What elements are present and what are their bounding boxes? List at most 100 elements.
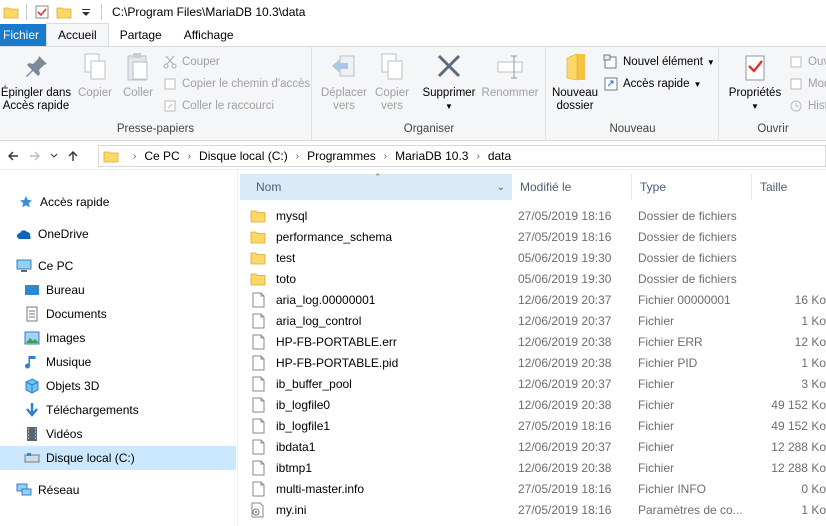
tab-partage[interactable]: Partage: [109, 24, 173, 46]
delete-x-icon: [434, 51, 464, 83]
file-name-cell: HP-FB-PORTABLE.pid: [250, 352, 510, 373]
delete-dropdown-caret[interactable]: ▼: [445, 100, 453, 113]
address-bar[interactable]: › Ce PC › Disque local (C:) › Programmes…: [98, 145, 826, 167]
new-folder-button[interactable]: Nouveau dossier: [549, 51, 601, 113]
breadcrumb-local-disk[interactable]: Disque local (C:): [197, 149, 290, 163]
properties-button[interactable]: Propriétés ▼: [724, 51, 786, 113]
table-row[interactable]: HP-FB-PORTABLE.err 12/06/2019 20:38 Fichie…: [250, 331, 826, 352]
up-arrow-icon[interactable]: [62, 145, 84, 167]
sidebar-item-onedrive[interactable]: OneDrive: [0, 222, 236, 246]
move-to-button[interactable]: Déplacer vers: [319, 51, 369, 113]
properties-check-icon[interactable]: [34, 4, 50, 20]
customize-toolbar-icon[interactable]: [78, 4, 94, 20]
sidebar-item-bureau[interactable]: Bureau: [0, 278, 236, 302]
paste-shortcut-button[interactable]: Coller le raccourci: [162, 96, 274, 116]
column-header-size[interactable]: Taille: [754, 174, 826, 200]
table-row[interactable]: test 05/06/2019 19:30 Dossier de fichiers: [250, 247, 826, 268]
file-date: 27/05/2019 18:16: [518, 481, 612, 496]
open-button[interactable]: Ouv: [788, 52, 826, 72]
sidebar-item-videos[interactable]: Vidéos: [0, 422, 236, 446]
breadcrumb-data[interactable]: data: [486, 149, 513, 163]
properties-dropdown-caret[interactable]: ▼: [751, 100, 759, 113]
table-row[interactable]: ib_logfile1 27/05/2019 18:16 Fichier 49 152…: [250, 415, 826, 436]
folder-icon[interactable]: [3, 4, 19, 20]
sidebar-item-local-disk[interactable]: Disque local (C:): [0, 446, 236, 470]
cut-button[interactable]: Couper: [162, 52, 220, 72]
recent-locations-chevron-icon[interactable]: [46, 145, 62, 167]
new-item-label: Nouvel élément: [623, 56, 703, 68]
table-row[interactable]: ibdata1 12/06/2019 20:37 Fichier 12 288 Ko: [250, 436, 826, 457]
file-name: HP-FB-PORTABLE.err: [276, 334, 397, 349]
breadcrumb-separator[interactable]: ›: [470, 151, 485, 162]
sidebar-item-ce-pc[interactable]: Ce PC: [0, 254, 236, 278]
file-size: [762, 205, 826, 226]
tab-accueil[interactable]: Accueil: [46, 23, 109, 46]
tab-fichier[interactable]: Fichier: [0, 24, 46, 46]
history-button[interactable]: Hist: [788, 96, 826, 116]
network-icon: [16, 482, 32, 498]
file-type: Fichier PID: [638, 355, 698, 370]
tab-affichage[interactable]: Affichage: [173, 24, 245, 46]
column-header-date[interactable]: Modifié le: [514, 174, 632, 200]
file-name-cell: aria_log_control: [250, 310, 510, 331]
breadcrumb-separator[interactable]: ›: [290, 151, 305, 162]
star-icon: [18, 194, 34, 210]
paste-button[interactable]: Coller: [118, 51, 158, 100]
table-row[interactable]: ib_buffer_pool 12/06/2019 20:37 Fichier 3 K…: [250, 373, 826, 394]
sidebar-item-objets-3d[interactable]: Objets 3D: [0, 374, 236, 398]
file-size: 3 Ko: [801, 376, 826, 391]
breadcrumb-programmes[interactable]: Programmes: [305, 149, 378, 163]
breadcrumb-separator[interactable]: ›: [182, 151, 197, 162]
table-row[interactable]: HP-FB-PORTABLE.pid 12/06/2019 20:38 Fichie…: [250, 352, 826, 373]
sidebar-item-documents[interactable]: Documents: [0, 302, 236, 326]
table-row[interactable]: aria_log.00000001 12/06/2019 20:37 Fichier…: [250, 289, 826, 310]
column-header-type[interactable]: Type: [634, 174, 752, 200]
file-name: ib_buffer_pool: [276, 376, 352, 391]
table-row[interactable]: mysql 27/05/2019 18:16 Dossier de fichiers: [250, 205, 826, 226]
file-type: Dossier de fichiers: [638, 229, 737, 244]
file-type: Dossier de fichiers: [638, 208, 737, 223]
copy-to-button[interactable]: Copier vers: [371, 51, 413, 113]
new-item-button[interactable]: Nouvel élément ▼: [603, 52, 715, 72]
ribbon: Épingler dans Accès rapide Copier Coller…: [0, 46, 826, 141]
chevron-down-icon[interactable]: ⌄: [497, 182, 505, 193]
sidebar-item-quick-access[interactable]: Accès rapide: [0, 190, 236, 214]
delete-button[interactable]: Supprimer ▼: [417, 51, 481, 113]
file-size: 12 288 Ko: [771, 439, 826, 454]
move-to-label-1: Déplacer: [320, 87, 368, 99]
paste-shortcut-icon: [162, 98, 178, 114]
group-organize: Déplacer vers Copier vers Supprimer ▼ Re…: [313, 47, 546, 140]
forward-arrow-icon[interactable]: [24, 145, 46, 167]
table-row[interactable]: ibtmp1 12/06/2019 20:38 Fichier 12 288 Ko: [250, 457, 826, 478]
table-row[interactable]: multi-master.info 27/05/2019 18:16 Fichier…: [250, 478, 826, 499]
breadcrumb-mariadb[interactable]: MariaDB 10.3: [393, 149, 470, 163]
cube-3d-icon: [24, 378, 40, 394]
breadcrumb-ce-pc[interactable]: Ce PC: [142, 149, 181, 163]
copy-button[interactable]: Copier: [74, 51, 116, 100]
breadcrumb-separator[interactable]: ›: [127, 151, 142, 162]
sidebar-item-musique[interactable]: Musique: [0, 350, 236, 374]
file-icon: [250, 418, 266, 434]
copy-label: Copier: [78, 87, 112, 99]
sidebar-item-label: OneDrive: [38, 227, 89, 241]
new-folder-icon[interactable]: [56, 4, 72, 20]
sidebar-item-reseau[interactable]: Réseau: [0, 478, 236, 502]
file-icon: [250, 313, 266, 329]
sidebar-item-telechargements[interactable]: Téléchargements: [0, 398, 236, 422]
back-arrow-icon[interactable]: [2, 145, 24, 167]
column-header-name[interactable]: Nom ⌃ ⌄: [240, 172, 512, 200]
group-label-clipboard: Presse-papiers: [116, 123, 195, 135]
copy-path-button[interactable]: Copier le chemin d'accès: [162, 74, 310, 94]
modify-button[interactable]: Mod: [788, 74, 826, 94]
pin-quick-access-button[interactable]: Épingler dans Accès rapide: [0, 51, 72, 113]
breadcrumb-separator[interactable]: ›: [378, 151, 393, 162]
table-row[interactable]: performance_schema 27/05/2019 18:16 Dossie…: [250, 226, 826, 247]
sidebar-item-images[interactable]: Images: [0, 326, 236, 350]
file-icon: [250, 355, 266, 371]
table-row[interactable]: aria_log_control 12/06/2019 20:37 Fichier 1…: [250, 310, 826, 331]
table-row[interactable]: ib_logfile0 12/06/2019 20:38 Fichier 49 152…: [250, 394, 826, 415]
table-row[interactable]: my.ini 27/05/2019 18:16 Paramètres de co..…: [250, 499, 826, 520]
rename-button[interactable]: Renommer: [479, 51, 541, 100]
easy-access-button[interactable]: Accès rapide ▼: [603, 74, 701, 94]
table-row[interactable]: toto 05/06/2019 19:30 Dossier de fichiers: [250, 268, 826, 289]
